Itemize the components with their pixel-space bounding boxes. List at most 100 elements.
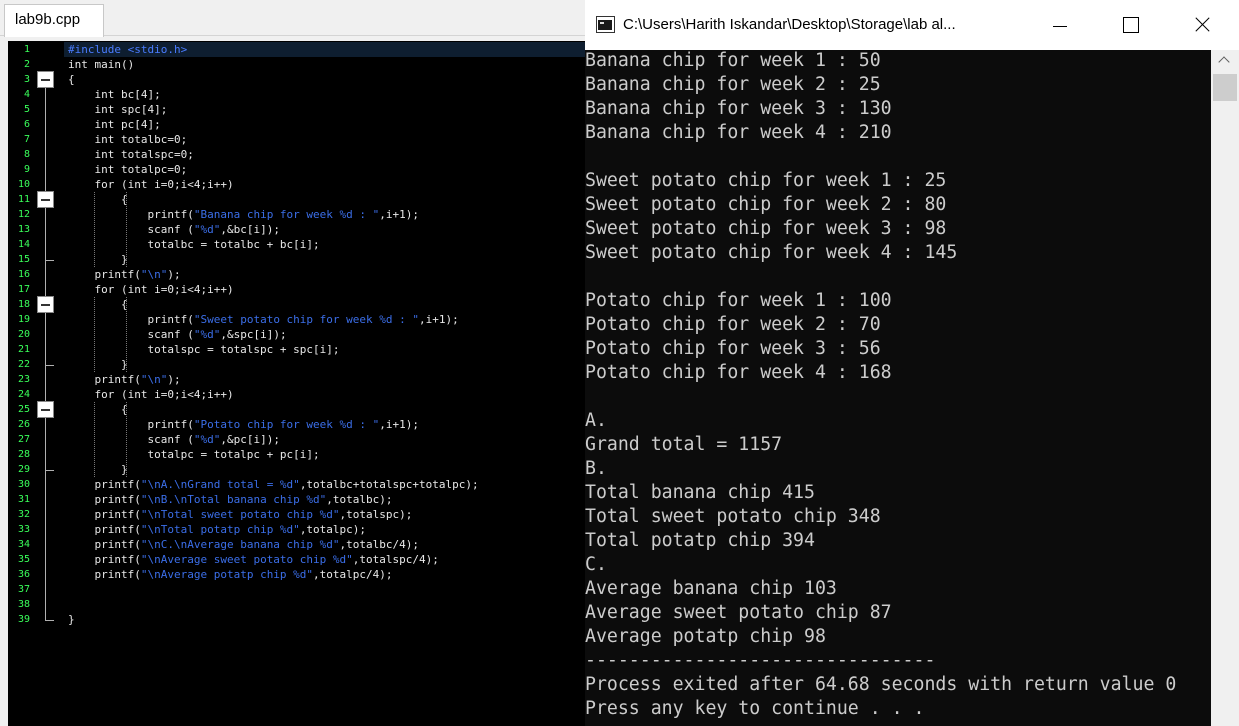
fold-end-marker bbox=[45, 470, 54, 471]
file-tab-lab9b[interactable]: lab9b.cpp bbox=[4, 4, 104, 37]
code-line: for (int i=0;i<4;i++) bbox=[68, 388, 234, 401]
line-number: 5 bbox=[23, 104, 30, 115]
window-title: C:\Users\Harith Iskandar\Desktop\Storage… bbox=[623, 16, 956, 33]
code-line: int main() bbox=[68, 58, 135, 71]
code-line: int totalbc=0; bbox=[68, 133, 188, 146]
console-output-line: A. bbox=[585, 410, 607, 431]
line-number: 6 bbox=[23, 119, 30, 130]
indent-guide bbox=[94, 402, 95, 477]
code-line: printf("\nAverage sweet potato chip %d",… bbox=[68, 553, 439, 566]
console-titlebar[interactable]: C:\Users\Harith Iskandar\Desktop\Storage… bbox=[585, 0, 1239, 50]
code-line: } bbox=[68, 463, 128, 476]
indent-guide bbox=[94, 297, 95, 372]
code-line: for (int i=0;i<4;i++) bbox=[68, 178, 234, 191]
line-number: 36 bbox=[17, 569, 30, 580]
console-scrollbar[interactable] bbox=[1211, 50, 1239, 726]
code-line: printf("Banana chip for week %d : ",i+1)… bbox=[68, 208, 420, 221]
code-line: printf("\n"); bbox=[68, 268, 181, 281]
line-number: 24 bbox=[17, 389, 30, 400]
fold-collapse-icon[interactable] bbox=[37, 71, 54, 88]
line-number: 9 bbox=[23, 164, 30, 175]
code-line: { bbox=[68, 298, 128, 311]
line-number: 2 bbox=[23, 59, 30, 70]
code-line: { bbox=[68, 193, 128, 206]
code-text-area[interactable]: #include <stdio.h> int main() { int bc[4];… bbox=[64, 41, 585, 726]
scroll-up-arrow-icon[interactable] bbox=[1211, 50, 1239, 72]
code-line: } bbox=[68, 358, 128, 371]
line-number: 20 bbox=[17, 329, 30, 340]
code-line: int bc[4]; bbox=[68, 88, 161, 101]
code-line: printf("\n"); bbox=[68, 373, 181, 386]
fold-end-marker bbox=[45, 365, 54, 366]
maximize-button[interactable] bbox=[1107, 6, 1153, 44]
console-output-line: Total sweet potato chip 348 bbox=[585, 506, 881, 527]
editor-tab-strip: lab9b.cpp bbox=[0, 0, 585, 37]
line-number: 28 bbox=[17, 449, 30, 460]
line-number: 13 bbox=[17, 224, 30, 235]
indent-guide bbox=[126, 297, 127, 372]
fold-end-marker bbox=[45, 260, 54, 261]
code-line: totalspc = totalspc + spc[i]; bbox=[68, 343, 340, 356]
code-line: int totalpc=0; bbox=[68, 163, 188, 176]
code-line: printf("\nA.\nGrand total = %d",totalbc+… bbox=[68, 478, 479, 491]
console-output-line: Banana chip for week 1 : 50 bbox=[585, 50, 881, 71]
code-line: printf("\nAverage potatp chip %d",totalp… bbox=[68, 568, 393, 581]
line-number: 32 bbox=[17, 509, 30, 520]
fold-collapse-icon[interactable] bbox=[37, 296, 54, 313]
fold-end-marker bbox=[45, 620, 54, 621]
line-number: 1 bbox=[23, 44, 30, 55]
minimize-button[interactable] bbox=[1037, 6, 1083, 44]
code-line: } bbox=[68, 253, 128, 266]
line-number: 21 bbox=[17, 344, 30, 355]
console-window-icon bbox=[596, 16, 615, 33]
code-line: { bbox=[68, 403, 128, 416]
code-line: int pc[4]; bbox=[68, 118, 161, 131]
fold-collapse-icon[interactable] bbox=[37, 191, 54, 208]
line-number: 25 bbox=[17, 404, 30, 415]
console-output-line: Sweet potato chip for week 2 : 80 bbox=[585, 194, 947, 215]
line-number: 30 bbox=[17, 479, 30, 490]
console-output-line: Process exited after 64.68 seconds with … bbox=[585, 674, 1177, 695]
console-output-line: Grand total = 1157 bbox=[585, 434, 783, 455]
console-output-line: Press any key to continue . . . bbox=[585, 698, 925, 719]
line-number: 4 bbox=[23, 89, 30, 100]
code-line: printf("\nC.\nAverage banana chip %d",to… bbox=[68, 538, 420, 551]
code-line: printf("\nTotal sweet potato chip %d",to… bbox=[68, 508, 413, 521]
console-output-line: C. bbox=[585, 554, 607, 575]
console-output[interactable]: Banana chip for week 1 : 50 Banana chip f… bbox=[585, 50, 1211, 726]
console-output-line: -------------------------------- bbox=[585, 650, 936, 671]
code-line: for (int i=0;i<4;i++) bbox=[68, 283, 234, 296]
close-button[interactable] bbox=[1179, 6, 1225, 44]
code-line: scanf ("%d",&bc[i]); bbox=[68, 223, 280, 236]
code-line: int totalspc=0; bbox=[68, 148, 194, 161]
line-number: 26 bbox=[17, 419, 30, 430]
code-line: printf("Potato chip for week %d : ",i+1)… bbox=[68, 418, 420, 431]
console-output-line: Potato chip for week 1 : 100 bbox=[585, 290, 892, 311]
line-number: 39 bbox=[17, 614, 30, 625]
code-line: #include <stdio.h> bbox=[68, 43, 188, 56]
line-number: 10 bbox=[17, 179, 30, 190]
console-output-line: Average sweet potato chip 87 bbox=[585, 602, 892, 623]
console-output-line: Sweet potato chip for week 1 : 25 bbox=[585, 170, 947, 191]
line-number: 18 bbox=[17, 299, 30, 310]
line-number: 29 bbox=[17, 464, 30, 475]
line-number: 15 bbox=[17, 254, 30, 265]
line-number: 33 bbox=[17, 524, 30, 535]
console-output-line: B. bbox=[585, 458, 607, 479]
console-window: C:\Users\Harith Iskandar\Desktop\Storage… bbox=[585, 0, 1239, 726]
code-line: scanf ("%d",&spc[i]); bbox=[68, 328, 287, 341]
indent-guide bbox=[126, 402, 127, 477]
console-output-line: Banana chip for week 2 : 25 bbox=[585, 74, 881, 95]
line-number: 27 bbox=[17, 434, 30, 445]
code-line: totalbc = totalbc + bc[i]; bbox=[68, 238, 320, 251]
fold-collapse-icon[interactable] bbox=[37, 401, 54, 418]
console-output-line: Banana chip for week 4 : 210 bbox=[585, 122, 892, 143]
console-output-line: Total potatp chip 394 bbox=[585, 530, 815, 551]
line-number: 22 bbox=[17, 359, 30, 370]
console-output-line: Sweet potato chip for week 4 : 145 bbox=[585, 242, 958, 263]
code-line: int spc[4]; bbox=[68, 103, 168, 116]
scroll-thumb[interactable] bbox=[1213, 74, 1237, 101]
indent-guide bbox=[94, 192, 95, 267]
console-output-line: Total banana chip 415 bbox=[585, 482, 815, 503]
line-number: 8 bbox=[23, 149, 30, 160]
